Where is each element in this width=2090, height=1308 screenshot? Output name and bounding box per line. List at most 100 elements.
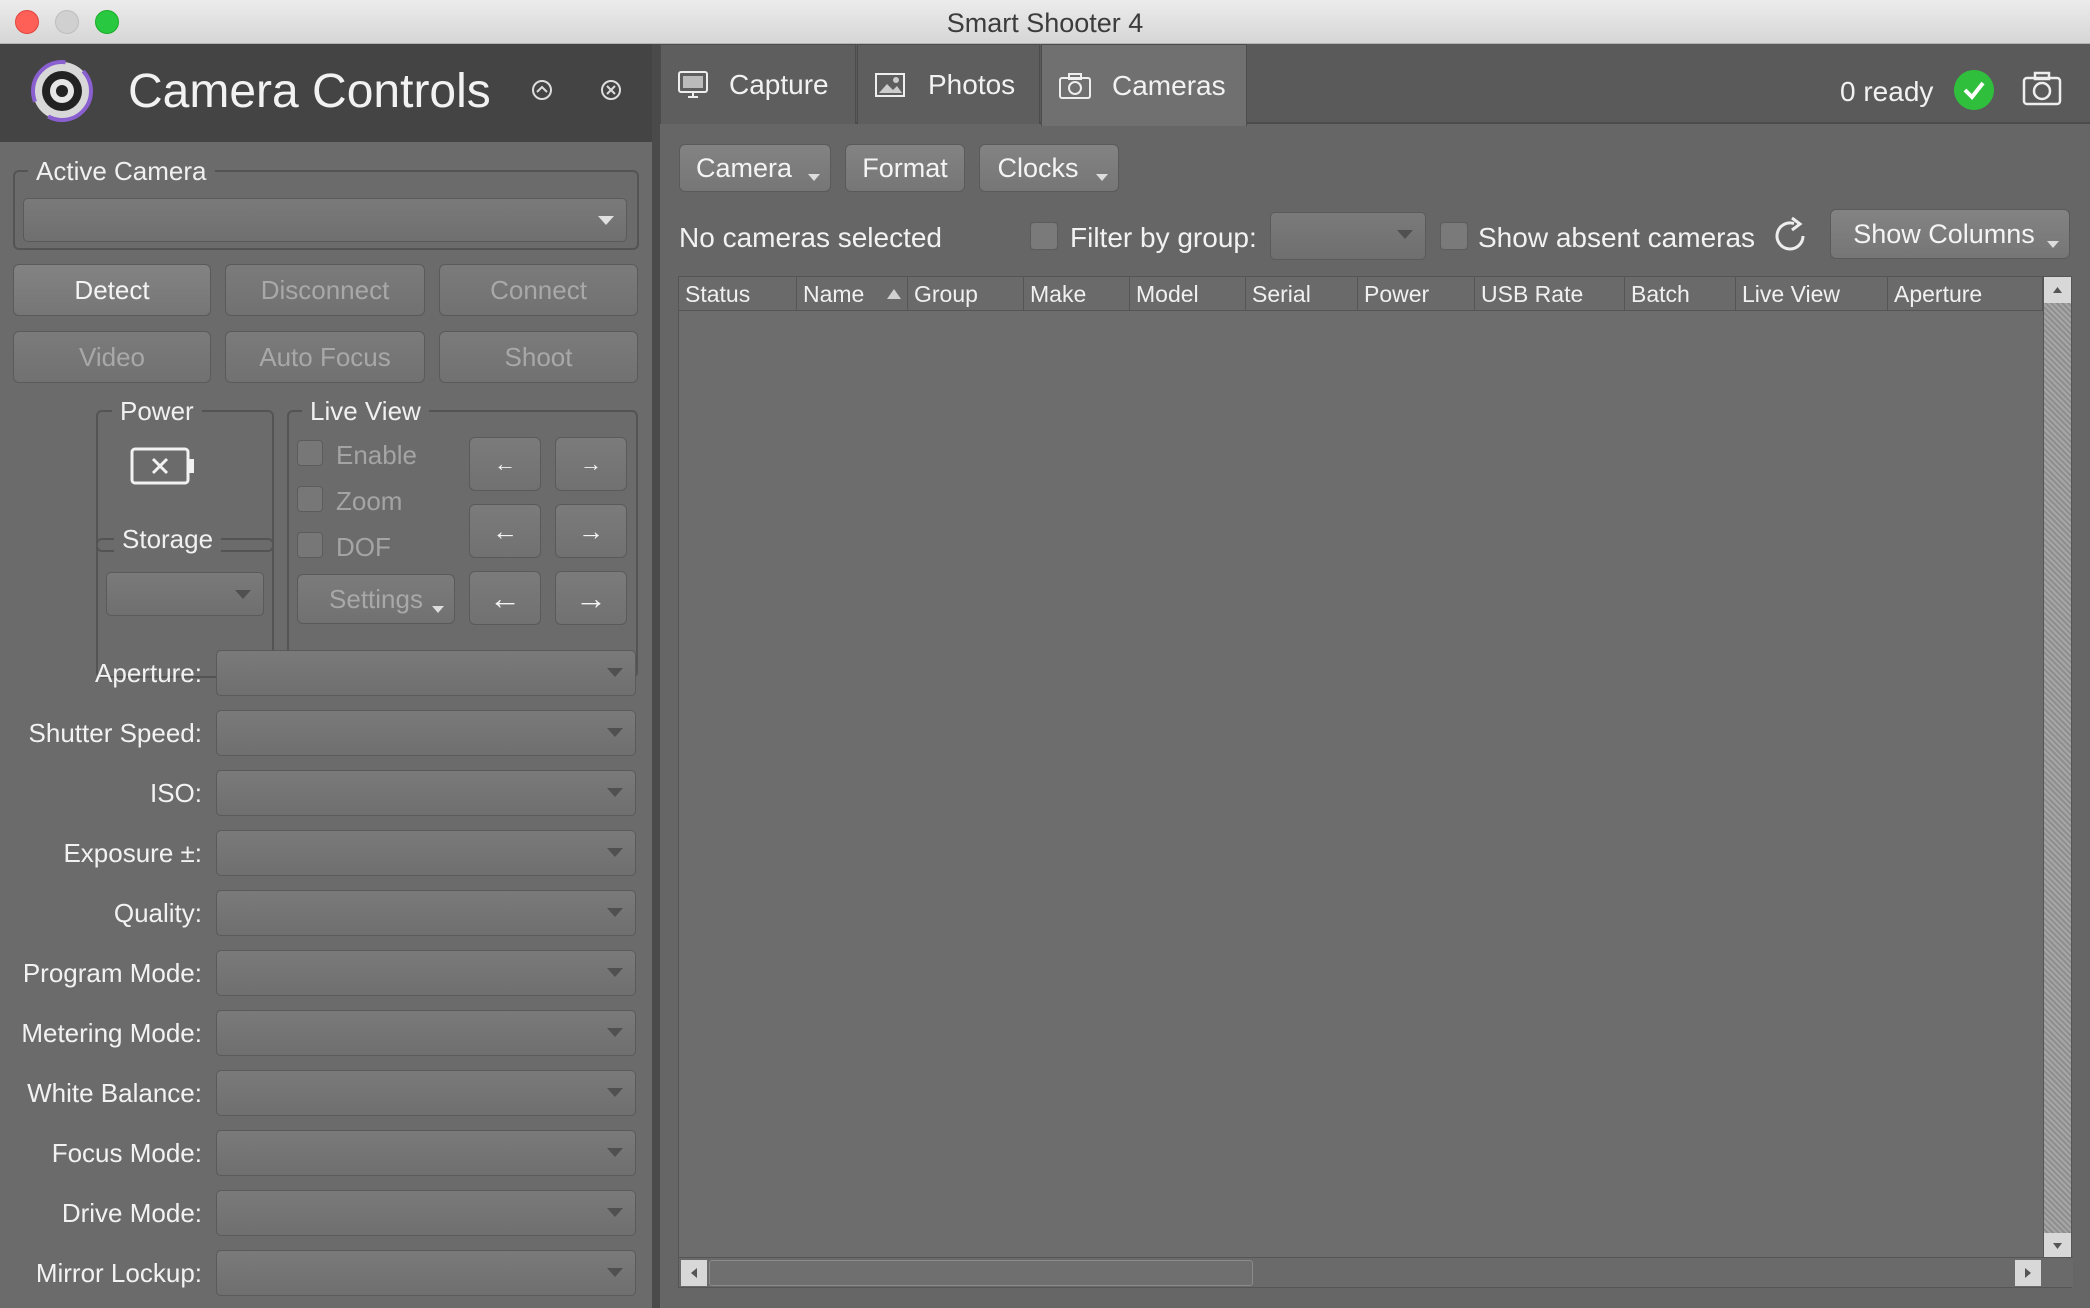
clocks-menu-button[interactable]: Clocks (979, 144, 1119, 192)
focus-far-large-button[interactable]: → (555, 571, 627, 625)
panel-splitter[interactable] (652, 44, 660, 1308)
arrow-up-icon (2053, 287, 2062, 293)
camera-controls-panel: Camera Controls Active Camera Detect Dis… (0, 44, 652, 1308)
focus-near-medium-button[interactable]: ← (469, 504, 541, 558)
drive-mode-label: Drive Mode: (61, 1198, 202, 1228)
aperture-select[interactable] (216, 650, 636, 696)
tab-photos[interactable]: Photos (857, 44, 1040, 124)
white-balance-label: White Balance: (27, 1078, 202, 1108)
live-view-label: Live View (302, 396, 429, 427)
video-button[interactable]: Video (13, 331, 211, 383)
metering-mode-select[interactable] (216, 1010, 636, 1056)
scroll-left-button[interactable] (681, 1260, 707, 1286)
format-button[interactable]: Format (845, 144, 965, 192)
disconnect-button[interactable]: Disconnect (225, 264, 425, 316)
program-mode-label: Program Mode: (22, 958, 202, 988)
program-mode-select[interactable] (216, 950, 636, 996)
drive-mode-select[interactable] (216, 1190, 636, 1236)
exposure-select[interactable] (216, 830, 636, 876)
close-panel-icon[interactable] (599, 78, 623, 102)
focus-near-large-button[interactable]: ← (469, 571, 541, 625)
arrow-right-icon (2025, 1268, 2031, 1278)
filter-by-group-label: Filter by group: (1070, 222, 1257, 253)
group-filter-select[interactable] (1270, 212, 1426, 260)
scroll-up-button[interactable] (2044, 277, 2071, 303)
ready-count: 0 ready (1840, 76, 1934, 107)
main-area: Capture Photos Cameras 0 ready Camera Fo… (660, 44, 2090, 1308)
active-camera-select[interactable] (23, 198, 627, 242)
sort-ascending-icon (887, 289, 901, 299)
scroll-right-button[interactable] (2015, 1260, 2041, 1286)
shutter-speed-select[interactable] (216, 710, 636, 756)
check-circle-icon (1954, 70, 1994, 110)
white-balance-select[interactable] (216, 1070, 636, 1116)
clocks-menu-label: Clocks (997, 152, 1079, 183)
tab-cameras-label: Cameras (1112, 69, 1226, 101)
arrow-down-icon (2053, 1243, 2062, 1249)
live-view-zoom-label: Zoom (336, 486, 403, 516)
column-group[interactable]: Group (908, 277, 1024, 311)
panel-header: Camera Controls (0, 44, 652, 142)
iso-select[interactable] (216, 770, 636, 816)
show-columns-label: Show Columns (1853, 218, 2035, 249)
monitor-icon (678, 70, 708, 98)
show-absent-checkbox[interactable] (1440, 222, 1468, 250)
focus-near-small-button[interactable]: ← (469, 437, 541, 491)
camera-menu-label: Camera (695, 152, 793, 183)
column-make[interactable]: Make (1024, 277, 1130, 311)
column-model[interactable]: Model (1130, 277, 1246, 311)
connect-button[interactable]: Connect (439, 264, 638, 316)
refresh-icon[interactable] (1770, 216, 1810, 256)
exposure-label: Exposure ±: (63, 838, 202, 868)
horizontal-scroll-thumb[interactable] (709, 1260, 1253, 1286)
column-usb-rate[interactable]: USB Rate (1475, 277, 1625, 311)
tab-capture[interactable]: Capture (660, 44, 856, 124)
focus-far-medium-button[interactable]: → (555, 504, 627, 558)
column-aperture[interactable]: Aperture (1888, 277, 2043, 311)
shutter-speed-label: Shutter Speed: (28, 718, 202, 748)
power-label: Power (112, 396, 202, 427)
mirror-lockup-select[interactable] (216, 1250, 636, 1296)
horizontal-scrollbar[interactable] (679, 1257, 2073, 1287)
arrow-left-icon (691, 1268, 697, 1278)
auto-focus-button[interactable]: Auto Focus (225, 331, 425, 383)
detect-button[interactable]: Detect (13, 264, 211, 316)
float-panel-icon[interactable] (530, 78, 554, 102)
tab-cameras[interactable]: Cameras (1041, 44, 1247, 126)
live-view-enable-checkbox[interactable] (297, 440, 323, 466)
focus-mode-label: Focus Mode: (51, 1138, 202, 1168)
column-name-label: Name (803, 281, 865, 307)
column-power[interactable]: Power (1358, 277, 1475, 311)
column-status[interactable]: Status (679, 277, 797, 311)
live-view-settings-button[interactable]: Settings (297, 574, 455, 624)
live-view-dof-label: DOF (336, 532, 391, 562)
column-serial[interactable]: Serial (1246, 277, 1358, 311)
selection-status: No cameras selected (679, 222, 943, 253)
show-columns-button[interactable]: Show Columns (1830, 209, 2070, 259)
live-view-settings-label: Settings (329, 583, 423, 614)
storage-select[interactable] (106, 572, 264, 616)
vertical-scrollbar[interactable] (2043, 277, 2071, 1259)
active-camera-label: Active Camera (28, 156, 215, 187)
column-batch[interactable]: Batch (1625, 277, 1736, 311)
live-view-zoom-checkbox[interactable] (297, 486, 323, 512)
live-view-enable-label: Enable (336, 440, 417, 470)
app-logo-icon (31, 60, 93, 122)
tab-capture-label: Capture (729, 68, 829, 100)
focus-mode-select[interactable] (216, 1130, 636, 1176)
storage-label: Storage (114, 524, 222, 555)
live-view-dof-checkbox[interactable] (297, 532, 323, 558)
quality-select[interactable] (216, 890, 636, 936)
column-name[interactable]: Name (797, 277, 908, 311)
scroll-down-button[interactable] (2044, 1233, 2071, 1259)
focus-far-small-button[interactable]: → (555, 437, 627, 491)
mirror-lockup-label: Mirror Lockup: (35, 1258, 202, 1288)
column-live-view[interactable]: Live View (1736, 277, 1888, 311)
take-photo-icon[interactable] (2022, 70, 2062, 106)
shoot-button[interactable]: Shoot (439, 331, 638, 383)
metering-mode-label: Metering Mode: (21, 1018, 202, 1048)
camera-menu-button[interactable]: Camera (679, 144, 831, 192)
aperture-label: Aperture: (95, 658, 202, 688)
iso-label: ISO: (149, 778, 202, 808)
filter-by-group-checkbox[interactable] (1030, 222, 1058, 250)
